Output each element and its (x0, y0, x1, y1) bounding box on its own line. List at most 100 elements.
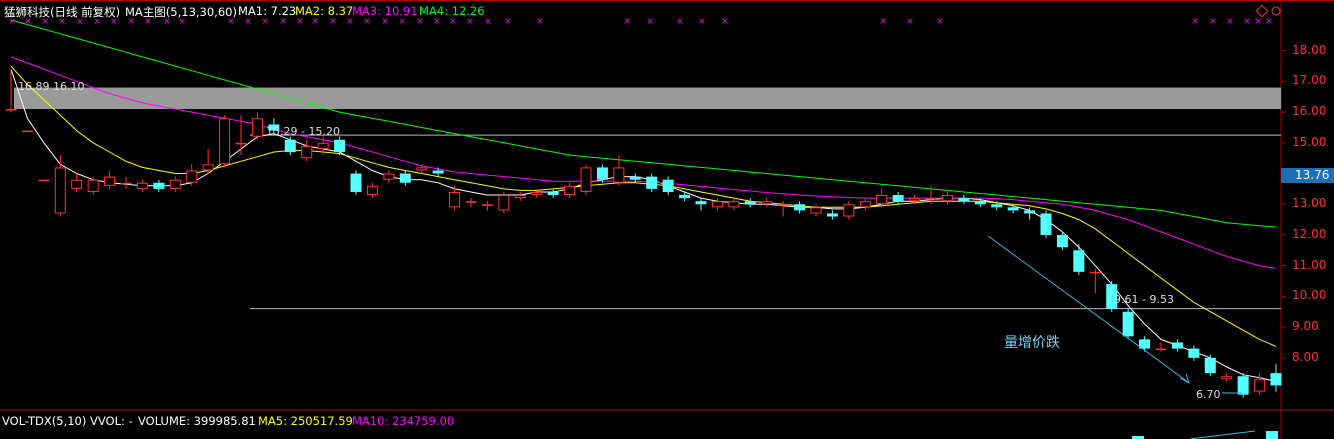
candle (662, 176, 674, 196)
candle (761, 198, 773, 208)
candle (1089, 268, 1101, 294)
circle-marker (1271, 6, 1281, 16)
signal-marker: × (721, 17, 729, 27)
candle-body (958, 198, 970, 202)
candle (1007, 204, 1019, 214)
candle (1122, 308, 1134, 340)
candle (843, 201, 855, 220)
ma1-value: MA1: 7.23 (238, 4, 297, 18)
candle (514, 191, 526, 202)
candle (416, 164, 428, 174)
candle-body (761, 201, 773, 205)
candle-body (366, 185, 378, 196)
candle-body (876, 195, 888, 205)
candle (481, 201, 493, 211)
candle-body (892, 195, 904, 202)
moving-average-layer (10, 19, 1277, 382)
candle-body (695, 201, 707, 205)
signal-marker: × (936, 17, 944, 27)
candle (547, 188, 559, 199)
candle (104, 170, 116, 189)
candle (284, 136, 296, 156)
y-tick-label: 10.00 (1292, 288, 1327, 303)
signal-marker: × (329, 17, 337, 27)
candle-body (317, 142, 329, 149)
candle-body (1221, 376, 1233, 380)
candle (564, 182, 576, 199)
candle-body (284, 139, 296, 153)
candle-body (399, 173, 411, 183)
signal-marker: × (646, 17, 654, 27)
candle-body (1155, 348, 1167, 351)
volume-indicator-name: VOL-TDX(5,10) (2, 414, 87, 428)
signal-marker: × (311, 17, 319, 27)
candle-body (219, 118, 231, 165)
candle (235, 115, 247, 156)
candle-body (301, 145, 313, 159)
signal-marker: × (363, 17, 371, 27)
candle-body (235, 142, 247, 145)
candle-body (202, 164, 214, 171)
candle-body (843, 204, 855, 217)
candle-body (564, 185, 576, 196)
ma-line-ma1 (10, 68, 1277, 382)
signal-marker: × (504, 17, 512, 27)
signal-marker: × (623, 17, 631, 27)
candle (350, 170, 362, 196)
candle-body (120, 182, 132, 185)
candle (399, 170, 411, 186)
candle (744, 198, 756, 208)
candle (54, 155, 66, 217)
volume-trend-line (1189, 430, 1256, 439)
candle-body (613, 167, 625, 183)
candle-body (514, 195, 526, 199)
signal-marker: × (1209, 17, 1217, 27)
candle-body (1254, 379, 1266, 392)
signal-marker: × (346, 17, 354, 27)
candle (202, 148, 214, 174)
signal-marker: × (676, 17, 684, 27)
candle (301, 139, 313, 162)
signal-marker: × (296, 17, 304, 27)
candle (186, 164, 198, 186)
y-tick-label: 13.00 (1292, 196, 1327, 211)
candle (728, 198, 740, 211)
candle-body (350, 173, 362, 192)
signal-marker: × (279, 17, 287, 27)
candle (646, 173, 658, 192)
y-tick-label: 12.00 (1292, 226, 1327, 241)
candle (1221, 373, 1233, 383)
signal-marker: × (879, 17, 887, 27)
candle-body (251, 118, 263, 137)
signal-marker: × (416, 17, 424, 27)
candle-body (909, 198, 921, 202)
low-price-label: 6.70 (1196, 388, 1221, 401)
candle (1188, 345, 1200, 361)
range-label-upper: 15.29 - 15.20 (266, 125, 340, 138)
candle (120, 176, 132, 189)
candle (1073, 244, 1085, 275)
candle-body (596, 167, 608, 180)
ma-line-ma4 (10, 19, 1277, 228)
candle (383, 170, 395, 183)
candle-body (169, 179, 181, 189)
candle-body (87, 179, 99, 192)
candle (219, 115, 231, 168)
candle-body (1122, 311, 1134, 337)
range-label-lower: 9.61 - 9.53 (1114, 293, 1174, 306)
candle (826, 210, 838, 220)
volume-up-price-down-note: 量增价跌 (1004, 335, 1060, 351)
candle-body (1237, 376, 1249, 395)
candle-body (1024, 210, 1036, 214)
decoration-layer: × × × × × × × × × × × × × × × × × × × × × × × × × × × × × × × × × × × × × × × ×… (8, 4, 1281, 394)
candlestick-chart: × × × × × × × × × × × × × × × × × × × × × × × × × × × × × × × × × × × × × × × ×… (0, 0, 1334, 439)
signal-marker: × (433, 17, 441, 27)
signal-marker: × (1243, 17, 1251, 27)
candle-body (498, 195, 510, 211)
candle (251, 112, 263, 140)
candle (1204, 354, 1216, 377)
candle-body (991, 204, 1003, 208)
candle-body (104, 176, 116, 186)
candle-body (136, 182, 148, 189)
candle (1237, 373, 1249, 398)
